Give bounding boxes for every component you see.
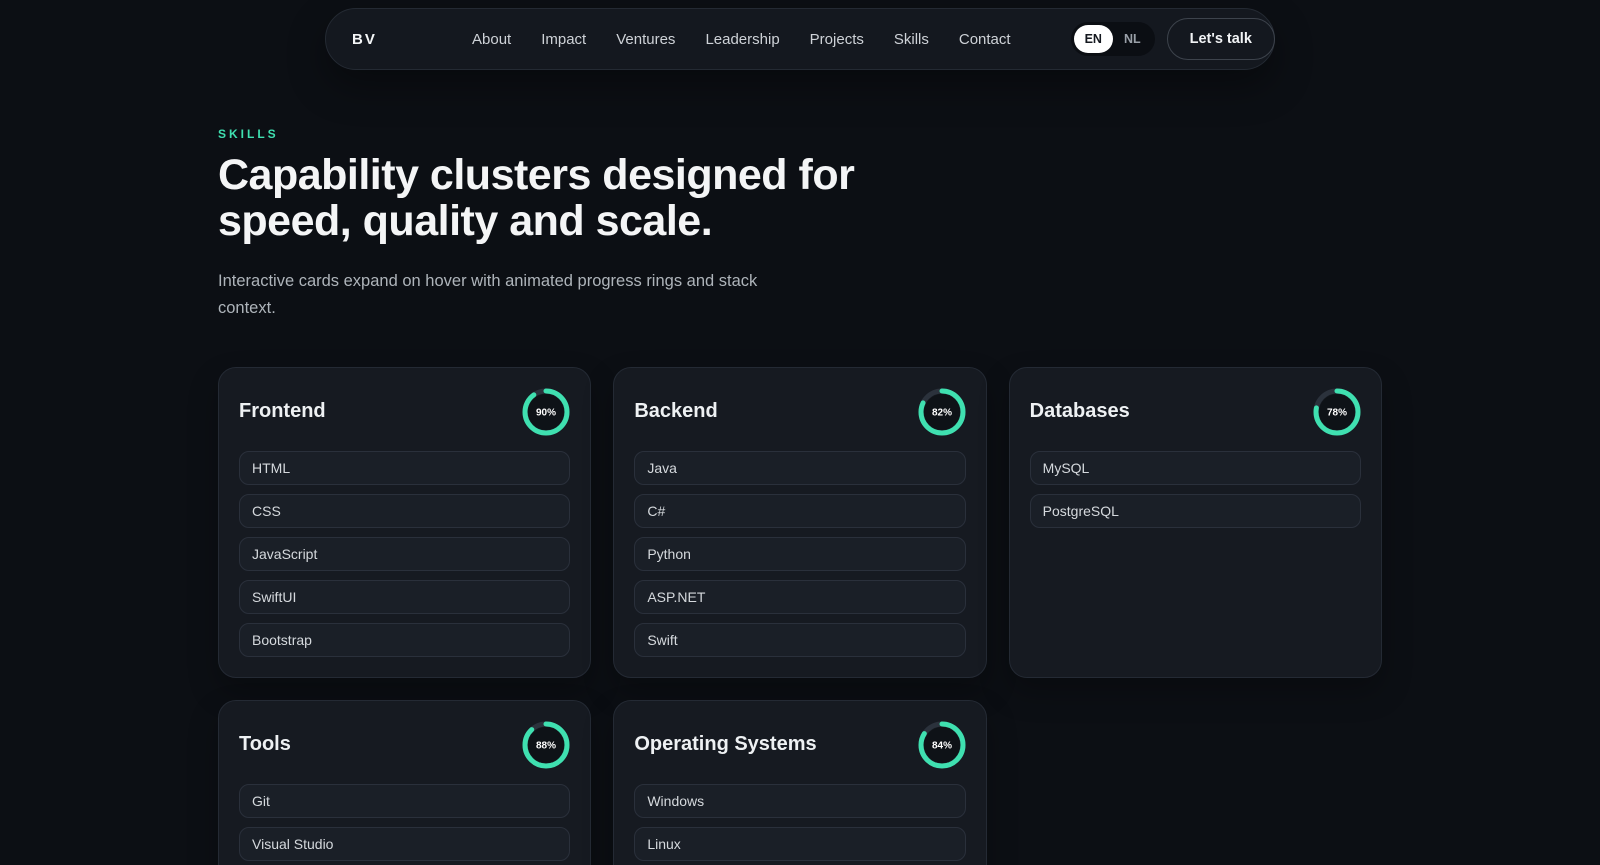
skill-item-swift: Swift xyxy=(634,622,966,657)
brand-logo: BV xyxy=(352,30,377,48)
nav-link-impact[interactable]: Impact xyxy=(541,31,586,48)
lets-talk-button[interactable]: Let's talk xyxy=(1166,18,1275,60)
nav-link-contact[interactable]: Contact xyxy=(959,31,1011,48)
progress-ring-frontend: 90% xyxy=(522,388,570,436)
progress-percent-label: 84% xyxy=(932,740,952,751)
progress-ring-backend: 82% xyxy=(918,388,966,436)
skill-item-mysql: MySQL xyxy=(1029,450,1361,485)
skill-item-bootstrap: Bootstrap xyxy=(239,622,571,657)
skill-item-python: Python xyxy=(634,536,966,571)
progress-percent-label: 78% xyxy=(1327,407,1347,418)
skill-item-git: Git xyxy=(239,783,571,818)
skill-card-operating-systems[interactable]: Operating Systems 84% Windows Linux xyxy=(613,699,987,865)
skill-item-javascript: JavaScript xyxy=(239,536,571,571)
progress-ring-operating-systems: 84% xyxy=(918,721,966,769)
card-header: Databases 78% xyxy=(1030,388,1361,436)
skill-item-visual-studio: Visual Studio xyxy=(239,826,571,861)
skill-item-html: HTML xyxy=(239,450,571,485)
nav-link-leadership[interactable]: Leadership xyxy=(705,31,779,48)
card-title: Databases xyxy=(1029,400,1130,423)
skills-section: SKILLS Capability clusters designed for … xyxy=(218,70,1382,865)
skill-item-swiftui: SwiftUI xyxy=(239,579,571,614)
skill-list: HTML CSS JavaScript SwiftUI Bootstrap xyxy=(239,450,571,657)
card-header: Backend 82% xyxy=(634,388,966,436)
card-title: Frontend xyxy=(239,400,326,423)
skill-card-frontend[interactable]: Frontend 90% HTML CSS JavaScript SwiftUI Boots… xyxy=(218,366,592,678)
lang-option-en[interactable]: EN xyxy=(1073,25,1113,53)
skill-item-linux: Linux xyxy=(634,826,966,861)
skill-list: Java C# Python ASP.NET Swift xyxy=(634,450,966,657)
nav-link-ventures[interactable]: Ventures xyxy=(616,31,675,48)
progress-ring-databases: 78% xyxy=(1313,388,1361,436)
skills-grid: Frontend 90% HTML CSS JavaScript SwiftUI Boots… xyxy=(218,366,1382,865)
skill-list: Git Visual Studio xyxy=(239,783,571,865)
nav-link-projects[interactable]: Projects xyxy=(810,31,864,48)
section-subtitle: Interactive cards expand on hover with a… xyxy=(218,272,758,317)
card-header: Frontend 90% xyxy=(239,388,570,436)
card-header: Tools 88% xyxy=(239,721,570,769)
nav-link-skills[interactable]: Skills xyxy=(894,31,929,48)
navbar: BV About Impact Ventures Leadership Projects… xyxy=(325,8,1275,70)
skill-card-tools[interactable]: Tools 88% Git Visual Studio xyxy=(218,699,592,865)
nav-links: About Impact Ventures Leadership Projects Ski… xyxy=(472,31,1071,48)
skill-card-backend[interactable]: Backend 82% Java C# Python ASP.NET Swift xyxy=(613,366,987,678)
progress-percent-label: 82% xyxy=(932,407,952,418)
skill-item-java: Java xyxy=(634,450,966,485)
skill-item-windows: Windows xyxy=(634,783,966,818)
card-title: Tools xyxy=(239,733,291,756)
card-header: Operating Systems 84% xyxy=(634,721,966,769)
navbar-right: EN NL Let's talk xyxy=(1070,18,1275,60)
section-eyebrow: SKILLS xyxy=(218,127,279,141)
progress-ring-tools: 88% xyxy=(522,721,570,769)
nav-link-about[interactable]: About xyxy=(472,31,511,48)
skill-item-c: C# xyxy=(634,493,966,528)
skill-list: MySQL PostgreSQL xyxy=(1029,450,1361,528)
card-title: Backend xyxy=(634,400,718,423)
skill-list: Windows Linux xyxy=(634,783,966,865)
skill-item-postgresql: PostgreSQL xyxy=(1029,493,1361,528)
card-title: Operating Systems xyxy=(634,733,817,756)
skill-item-asp-net: ASP.NET xyxy=(634,579,966,614)
lang-option-nl[interactable]: NL xyxy=(1113,25,1152,53)
skill-card-databases[interactable]: Databases 78% MySQL PostgreSQL xyxy=(1008,366,1382,678)
skill-item-css: CSS xyxy=(239,493,571,528)
progress-percent-label: 90% xyxy=(536,407,556,418)
page-title: Capability clusters designed for speed, … xyxy=(218,151,855,245)
lang-toggle[interactable]: EN NL xyxy=(1070,22,1155,56)
progress-percent-label: 88% xyxy=(536,740,556,751)
